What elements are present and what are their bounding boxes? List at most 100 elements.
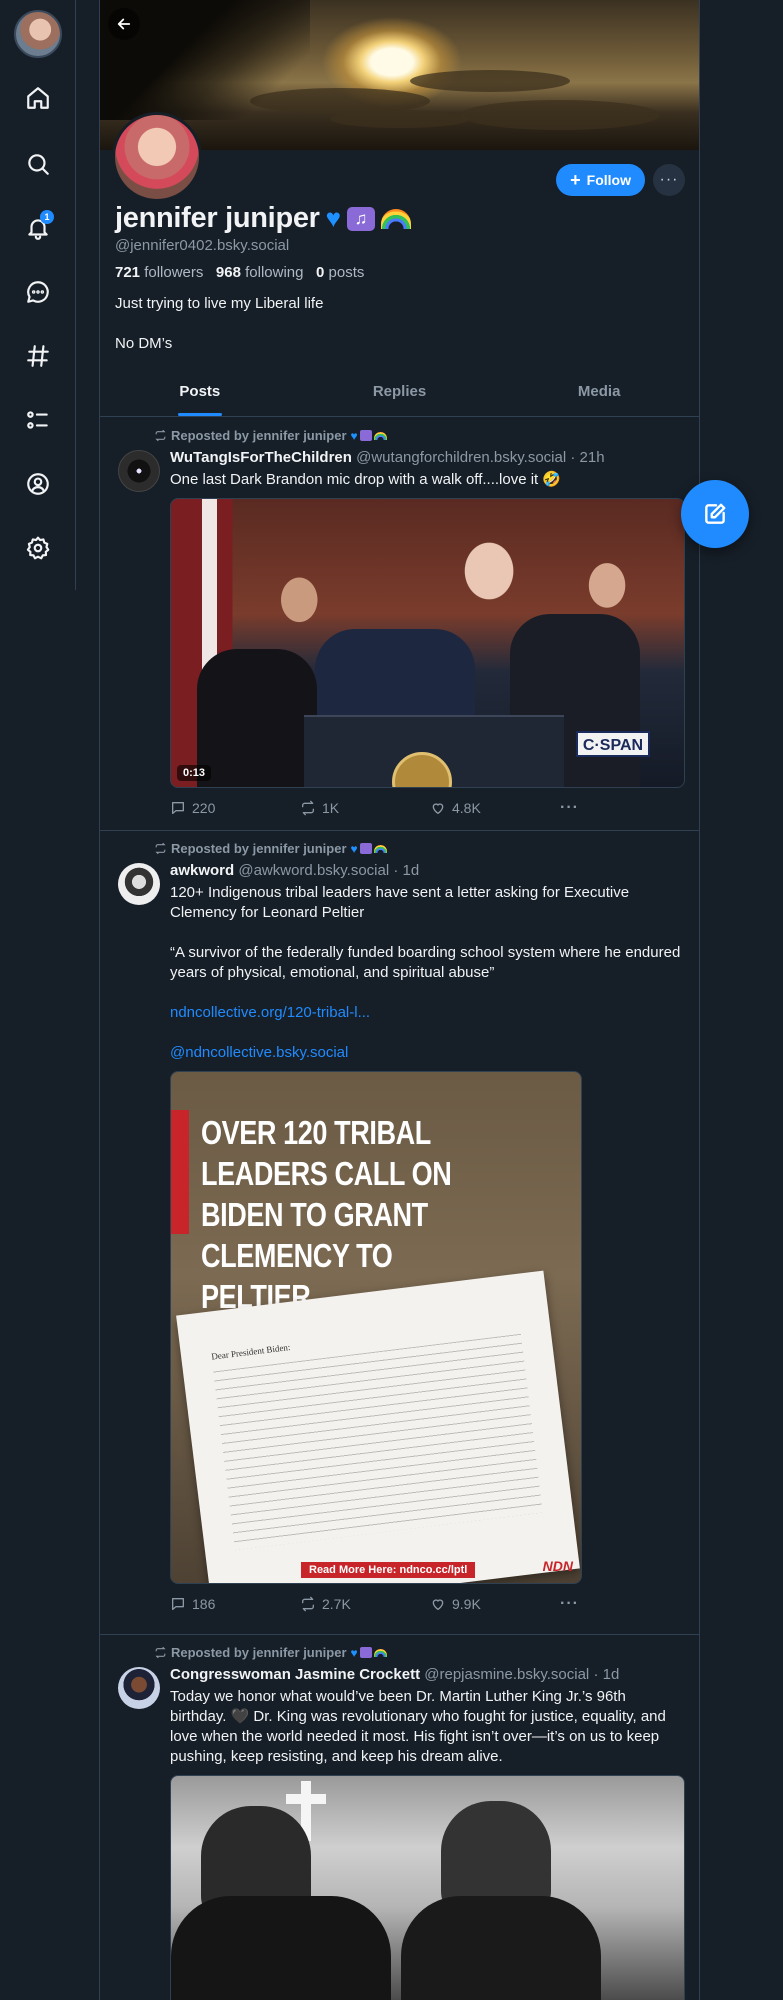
repost-icon	[155, 429, 166, 442]
followers-count: 721	[115, 264, 141, 281]
user-circle-icon	[27, 473, 49, 495]
nav-lists[interactable]	[18, 400, 58, 440]
nav-profile[interactable]	[18, 464, 58, 504]
repost-indicator: Reposted by jennifer juniper ♥	[154, 428, 387, 443]
repost-icon	[155, 1646, 166, 1659]
repost-icon	[302, 800, 314, 816]
current-user-avatar[interactable]	[14, 10, 62, 58]
reply-button[interactable]: 186	[170, 1596, 300, 1612]
ndn-logo: NDN	[542, 1558, 573, 1574]
gear-icon	[26, 536, 50, 560]
hashtag-icon	[27, 345, 49, 367]
ellipsis-icon: ···	[560, 1595, 579, 1612]
tab-media[interactable]: Media	[499, 372, 699, 416]
post-author-name[interactable]: WuTangIsForTheChildren	[170, 449, 352, 466]
post-text: One last Dark Brandon mic drop with a wa…	[170, 470, 685, 490]
nav-notifications[interactable]: 1	[18, 208, 58, 248]
following-count: 968	[215, 264, 241, 281]
repost-button[interactable]: 2.7K	[300, 1596, 430, 1612]
follow-label: Follow	[586, 172, 631, 188]
posts-stat: 0 posts	[316, 264, 364, 281]
following-label: following	[245, 264, 304, 281]
post-author-handle[interactable]: @awkword.bsky.social	[238, 862, 389, 879]
repost-count: 1K	[322, 800, 340, 816]
name-emojis: ♥	[351, 842, 387, 856]
profile-avatar[interactable]	[112, 112, 202, 202]
profile-handle: @jennifer0402.bsky.social	[115, 237, 290, 254]
post-timestamp[interactable]: · 1d	[593, 1666, 619, 1683]
post-more-button[interactable]: ···	[560, 1595, 600, 1613]
post-author-handle[interactable]: @repjasmine.bsky.social	[424, 1666, 589, 1683]
video-player[interactable]: C·SPAN 0:13	[170, 498, 685, 788]
post-image[interactable]: OVER 120 TRIBAL LEADERS CALL ON BIDEN TO…	[170, 1071, 582, 1584]
repost-indicator: Reposted by jennifer juniper ♥	[154, 841, 387, 856]
post-author-avatar[interactable]	[118, 450, 160, 492]
profile-stats: 721 followers 968 following 0 posts	[115, 264, 684, 281]
post-actions: 220 1K 4.8K ···	[170, 788, 685, 828]
heart-icon	[432, 1599, 444, 1610]
display-name: jennifer juniper	[115, 202, 320, 234]
list-icon	[27, 411, 48, 429]
post-author-avatar[interactable]	[118, 863, 160, 905]
left-nav-rail: 1	[0, 0, 76, 590]
name-emojis: ♥	[351, 429, 387, 443]
nav-feeds[interactable]	[18, 336, 58, 376]
post-author-name[interactable]: Congresswoman Jasmine Crockett	[170, 1666, 420, 1683]
bio-line: No DM’s	[115, 335, 173, 352]
display-name-row: jennifer juniper ♥ ♫	[115, 202, 684, 235]
search-icon	[28, 154, 49, 175]
post-author-avatar[interactable]	[118, 1667, 160, 1709]
like-count: 4.8K	[452, 800, 481, 816]
tab-posts[interactable]: Posts	[100, 372, 300, 416]
reply-count: 186	[192, 1596, 216, 1612]
back-button[interactable]	[108, 8, 140, 40]
profile-more-button[interactable]: ···	[653, 164, 685, 196]
post-image[interactable]	[170, 1775, 685, 2000]
rainbow-icon	[380, 208, 411, 229]
post-timestamp[interactable]: · 21h	[570, 449, 604, 466]
post-text-line: “A survivor of the federally funded boar…	[170, 944, 681, 981]
name-emojis: ♥	[351, 1646, 387, 1660]
nav-chat[interactable]	[18, 272, 58, 312]
followers-link[interactable]: 721 followers	[115, 264, 203, 281]
tab-replies[interactable]: Replies	[300, 372, 500, 416]
repost-icon	[155, 842, 166, 855]
followers-label: followers	[144, 264, 204, 281]
like-button[interactable]: 9.9K	[430, 1596, 560, 1612]
bio-line: Just trying to live my Liberal life	[115, 295, 324, 312]
feed-post[interactable]: Reposted by jennifer juniper ♥ Congressw…	[100, 1635, 699, 2000]
chat-icon	[27, 281, 49, 303]
post-author-name[interactable]: awkword	[170, 862, 234, 879]
mention-link[interactable]: @ndncollective.bsky.social	[170, 1044, 348, 1061]
post-actions: 186 2.7K 9.9K ···	[170, 1584, 685, 1624]
external-link[interactable]: ndncollective.org/120-tribal-l...	[170, 1004, 370, 1021]
like-button[interactable]: 4.8K	[430, 800, 560, 816]
nav-home[interactable]	[18, 78, 58, 118]
cspan-watermark: C·SPAN	[576, 731, 650, 757]
reply-count: 220	[192, 800, 216, 816]
image-cta: Read More Here: ndnco.cc/lptl	[301, 1562, 476, 1578]
repost-button[interactable]: 1K	[300, 800, 430, 816]
post-feed: Reposted by jennifer juniper ♥ WuTangIsF…	[100, 418, 699, 2000]
post-more-button[interactable]: ···	[560, 799, 600, 817]
following-link[interactable]: 968 following	[216, 264, 304, 281]
reply-icon	[172, 802, 184, 814]
reply-button[interactable]: 220	[170, 800, 300, 816]
posts-count: 0	[316, 264, 325, 281]
reply-icon	[172, 1598, 184, 1610]
feed-post[interactable]: Reposted by jennifer juniper ♥ WuTangIsF…	[100, 418, 699, 831]
follow-button[interactable]: + Follow	[556, 164, 645, 196]
post-text: Today we honor what would’ve been Dr. Ma…	[170, 1687, 685, 1767]
post-timestamp[interactable]: · 1d	[393, 862, 419, 879]
post-text-line: 120+ Indigenous tribal leaders have sent…	[170, 884, 630, 921]
profile-column: + Follow ··· jennifer juniper ♥ ♫ @jenni…	[99, 0, 700, 2000]
feed-post[interactable]: Reposted by jennifer juniper ♥ awkword @…	[100, 831, 699, 1635]
ellipsis-icon: ···	[659, 171, 679, 188]
post-header: Congresswoman Jasmine Crockett @repjasmi…	[170, 1665, 685, 1685]
nav-settings[interactable]	[18, 528, 58, 568]
compose-post-button[interactable]	[681, 480, 749, 548]
ellipsis-icon: ···	[560, 799, 579, 816]
post-author-handle[interactable]: @wutangforchildren.bsky.social	[356, 449, 566, 466]
nav-search[interactable]	[18, 144, 58, 184]
profile-info: jennifer juniper ♥ ♫ @jennifer0402.bsky.…	[115, 202, 684, 354]
